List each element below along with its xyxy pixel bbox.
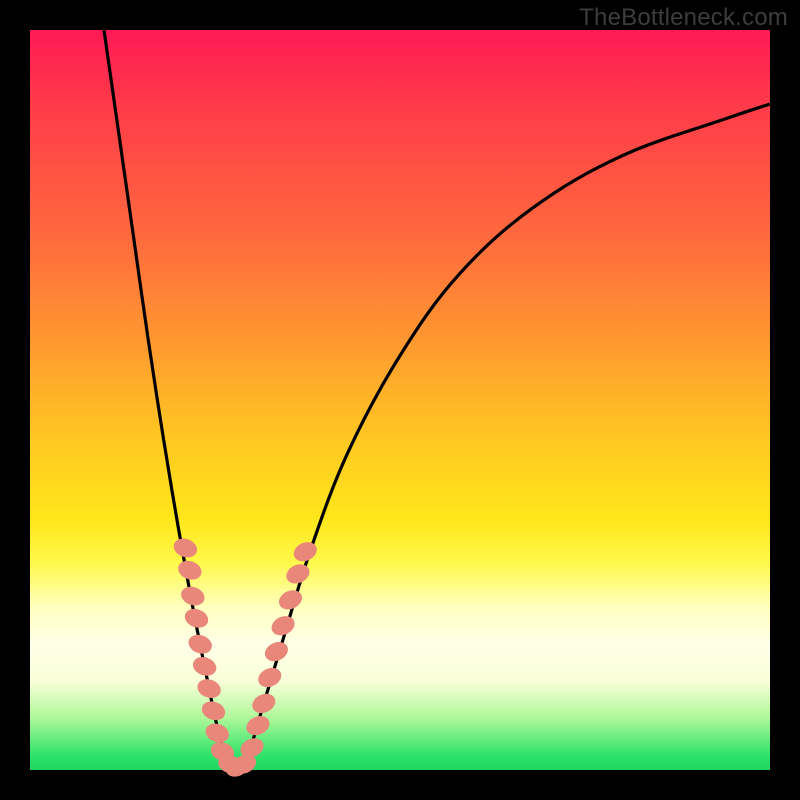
curve-marker: [199, 698, 228, 723]
curve-markers: [171, 535, 320, 780]
curve-marker: [243, 712, 272, 738]
curve-marker: [203, 720, 232, 745]
curve-marker: [283, 561, 312, 587]
curve-right-branch: [245, 104, 770, 770]
plot-area: [30, 30, 770, 770]
curve-marker: [262, 638, 291, 664]
curve-marker: [291, 538, 320, 564]
curve-marker: [178, 584, 207, 609]
attribution-label: TheBottleneck.com: [579, 4, 788, 32]
stage: TheBottleneck.com: [0, 0, 800, 800]
curve-marker: [182, 606, 211, 631]
chart-svg: [30, 30, 770, 770]
curve-marker: [276, 587, 305, 613]
curve-marker: [186, 632, 215, 657]
curve-marker: [249, 690, 278, 716]
curve-marker: [195, 676, 224, 701]
curve-marker: [175, 558, 204, 583]
curve-left-branch: [104, 30, 230, 770]
curve-marker: [268, 612, 297, 638]
curve-marker: [171, 535, 200, 560]
curve-marker: [190, 654, 219, 679]
curve-marker: [255, 664, 284, 690]
